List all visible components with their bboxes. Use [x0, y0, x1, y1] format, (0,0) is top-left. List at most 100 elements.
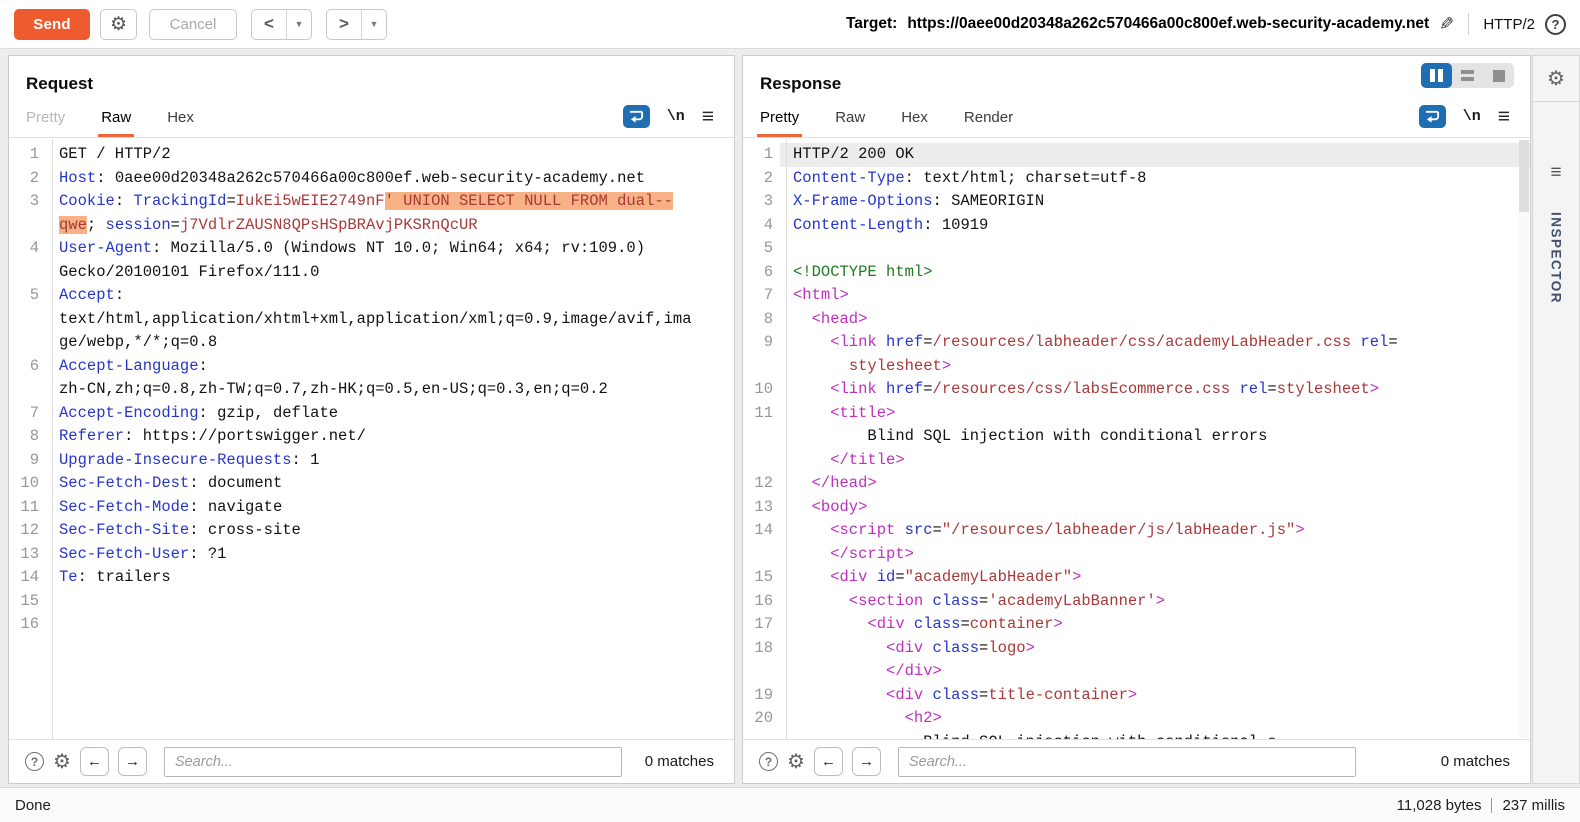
line-content: <link href=/resources/labheader/css/acad…: [780, 331, 1530, 355]
target-area: Target: https://0aee00d20348a262c570466a…: [846, 13, 1566, 35]
line-number: 13: [743, 496, 780, 520]
search-input[interactable]: [164, 747, 622, 777]
line-number: 12: [9, 519, 46, 543]
next-match-button[interactable]: →: [852, 747, 881, 776]
status-text: Done: [15, 797, 51, 814]
question-glyph: ?: [1552, 17, 1560, 32]
chevron-down-icon[interactable]: ▼: [287, 19, 311, 29]
next-match-button[interactable]: →: [118, 747, 147, 776]
top-toolbar: Send ⚙ Cancel < ▼ > ▼ Target: https://0a…: [0, 0, 1580, 49]
tab-pretty[interactable]: Pretty: [26, 109, 65, 137]
send-button[interactable]: Send: [14, 9, 90, 40]
request-title: Request: [26, 74, 93, 94]
code-line: 13 <body>: [743, 496, 1530, 520]
code-line: 19 <div class=title-container>: [743, 684, 1530, 708]
search-settings-icon[interactable]: ⚙: [787, 752, 805, 772]
search-settings-icon[interactable]: ⚙: [53, 752, 71, 772]
layout-columns-button[interactable]: [1421, 63, 1452, 88]
previous-match-button[interactable]: ←: [80, 747, 109, 776]
line-content: Upgrade-Insecure-Requests: 1: [46, 449, 734, 473]
previous-request-button[interactable]: < ▼: [251, 9, 312, 40]
request-editor-icons: \n ≡: [623, 105, 714, 128]
status-bar: Done 11,028 bytes 237 millis: [0, 787, 1580, 822]
rows-icon: [1461, 70, 1474, 81]
edit-target-pencil-icon[interactable]: ✎: [1439, 14, 1454, 35]
divider: [1533, 101, 1579, 102]
response-panel-header: Response PrettyRawHexRender \n ≡: [743, 56, 1530, 138]
cancel-button[interactable]: Cancel: [149, 9, 237, 40]
line-number: 19: [743, 684, 780, 708]
line-content: Accept-Encoding: gzip, deflate: [46, 402, 734, 426]
response-search-bar: ? ⚙ ← → 0 matches: [743, 739, 1530, 783]
newline-display-toggle[interactable]: \n: [667, 108, 685, 125]
line-content: text/html,application/xhtml+xml,applicat…: [46, 308, 734, 332]
code-line: 7Accept-Encoding: gzip, deflate: [9, 402, 734, 426]
columns-icon: [1438, 69, 1443, 82]
response-editor-icons: \n ≡: [1419, 105, 1510, 128]
line-content: stylesheet>: [780, 355, 1530, 379]
code-line: 4User-Agent: Mozilla/5.0 (Windows NT 10.…: [9, 237, 734, 261]
editor-menu-icon[interactable]: ≡: [1498, 106, 1510, 127]
vertical-scrollbar[interactable]: [1519, 140, 1529, 738]
code-line: 4Content-Length: 10919: [743, 214, 1530, 238]
tab-render[interactable]: Render: [964, 109, 1013, 137]
previous-match-button[interactable]: ←: [814, 747, 843, 776]
send-settings-button[interactable]: ⚙: [100, 9, 137, 40]
target-url: https://0aee00d20348a262c570466a00c800ef…: [907, 15, 1429, 33]
line-content: Accept-Language:: [46, 355, 734, 379]
tab-hex[interactable]: Hex: [167, 109, 194, 137]
code-line: Blind SQL injection with conditional err…: [743, 425, 1530, 449]
tab-hex[interactable]: Hex: [901, 109, 928, 137]
tab-raw[interactable]: Raw: [835, 109, 865, 137]
code-line: 18 <div class=logo>: [743, 637, 1530, 661]
search-input[interactable]: [898, 747, 1356, 777]
tab-pretty[interactable]: Pretty: [760, 109, 799, 137]
code-line: 3X-Frame-Options: SAMEORIGIN: [743, 190, 1530, 214]
line-content: <h2>: [780, 707, 1530, 731]
chevron-down-icon[interactable]: ▼: [362, 19, 386, 29]
line-number: 8: [9, 425, 46, 449]
target-label: Target:: [846, 15, 897, 33]
code-line: 6Accept-Language:: [9, 355, 734, 379]
line-content: <script src="/resources/labheader/js/lab…: [780, 519, 1530, 543]
divider: [1468, 13, 1469, 35]
line-number: 2: [743, 167, 780, 191]
code-line: Gecko/20100101 Firefox/111.0: [9, 261, 734, 285]
help-icon[interactable]: ?: [1545, 14, 1566, 35]
question-glyph: ?: [765, 755, 772, 769]
layout-single-button[interactable]: [1483, 63, 1514, 88]
layout-rows-button[interactable]: [1452, 63, 1483, 88]
tab-raw[interactable]: Raw: [101, 109, 131, 137]
search-help-icon[interactable]: ?: [759, 752, 778, 771]
line-content: Sec-Fetch-User: ?1: [46, 543, 734, 567]
status-metrics: 11,028 bytes 237 millis: [1397, 797, 1565, 814]
inspector-collapse-icon[interactable]: ≡: [1533, 162, 1579, 184]
line-content: Cookie: TrackingId=IukEi5wEIE2749nF' UNI…: [46, 190, 734, 214]
word-wrap-toggle-icon[interactable]: [623, 105, 650, 128]
next-request-button[interactable]: > ▼: [326, 9, 387, 40]
code-line: </div>: [743, 660, 1530, 684]
line-content: <head>: [780, 308, 1530, 332]
inspector-tab[interactable]: INSPECTOR: [1549, 212, 1564, 304]
line-number: 16: [9, 613, 46, 637]
line-content: Content-Type: text/html; charset=utf-8: [780, 167, 1530, 191]
line-content: Host: 0aee00d20348a262c570466a00c800ef.w…: [46, 167, 734, 191]
line-content: Sec-Fetch-Site: cross-site: [46, 519, 734, 543]
line-number: 10: [9, 472, 46, 496]
word-wrap-toggle-icon[interactable]: [1419, 105, 1446, 128]
line-content: X-Frame-Options: SAMEORIGIN: [780, 190, 1530, 214]
scrollbar-thumb[interactable]: [1519, 140, 1529, 212]
code-line: 8Referer: https://portswigger.net/: [9, 425, 734, 449]
line-number: 15: [9, 590, 46, 614]
inspector-settings-gear-icon[interactable]: ⚙: [1533, 66, 1579, 91]
line-content: <section class='academyLabBanner'>: [780, 590, 1530, 614]
code-line: 5: [743, 237, 1530, 261]
line-content: GET / HTTP/2: [46, 143, 734, 167]
editor-menu-icon[interactable]: ≡: [702, 106, 714, 127]
request-editor[interactable]: 1GET / HTTP/22Host: 0aee00d20348a262c570…: [9, 139, 734, 739]
newline-display-toggle[interactable]: \n: [1463, 108, 1481, 125]
response-editor[interactable]: 1HTTP/2 200 OK2Content-Type: text/html; …: [743, 139, 1530, 739]
search-help-icon[interactable]: ?: [25, 752, 44, 771]
request-tabs: Pretty Raw Hex: [26, 109, 194, 137]
line-number: 1: [743, 143, 780, 167]
